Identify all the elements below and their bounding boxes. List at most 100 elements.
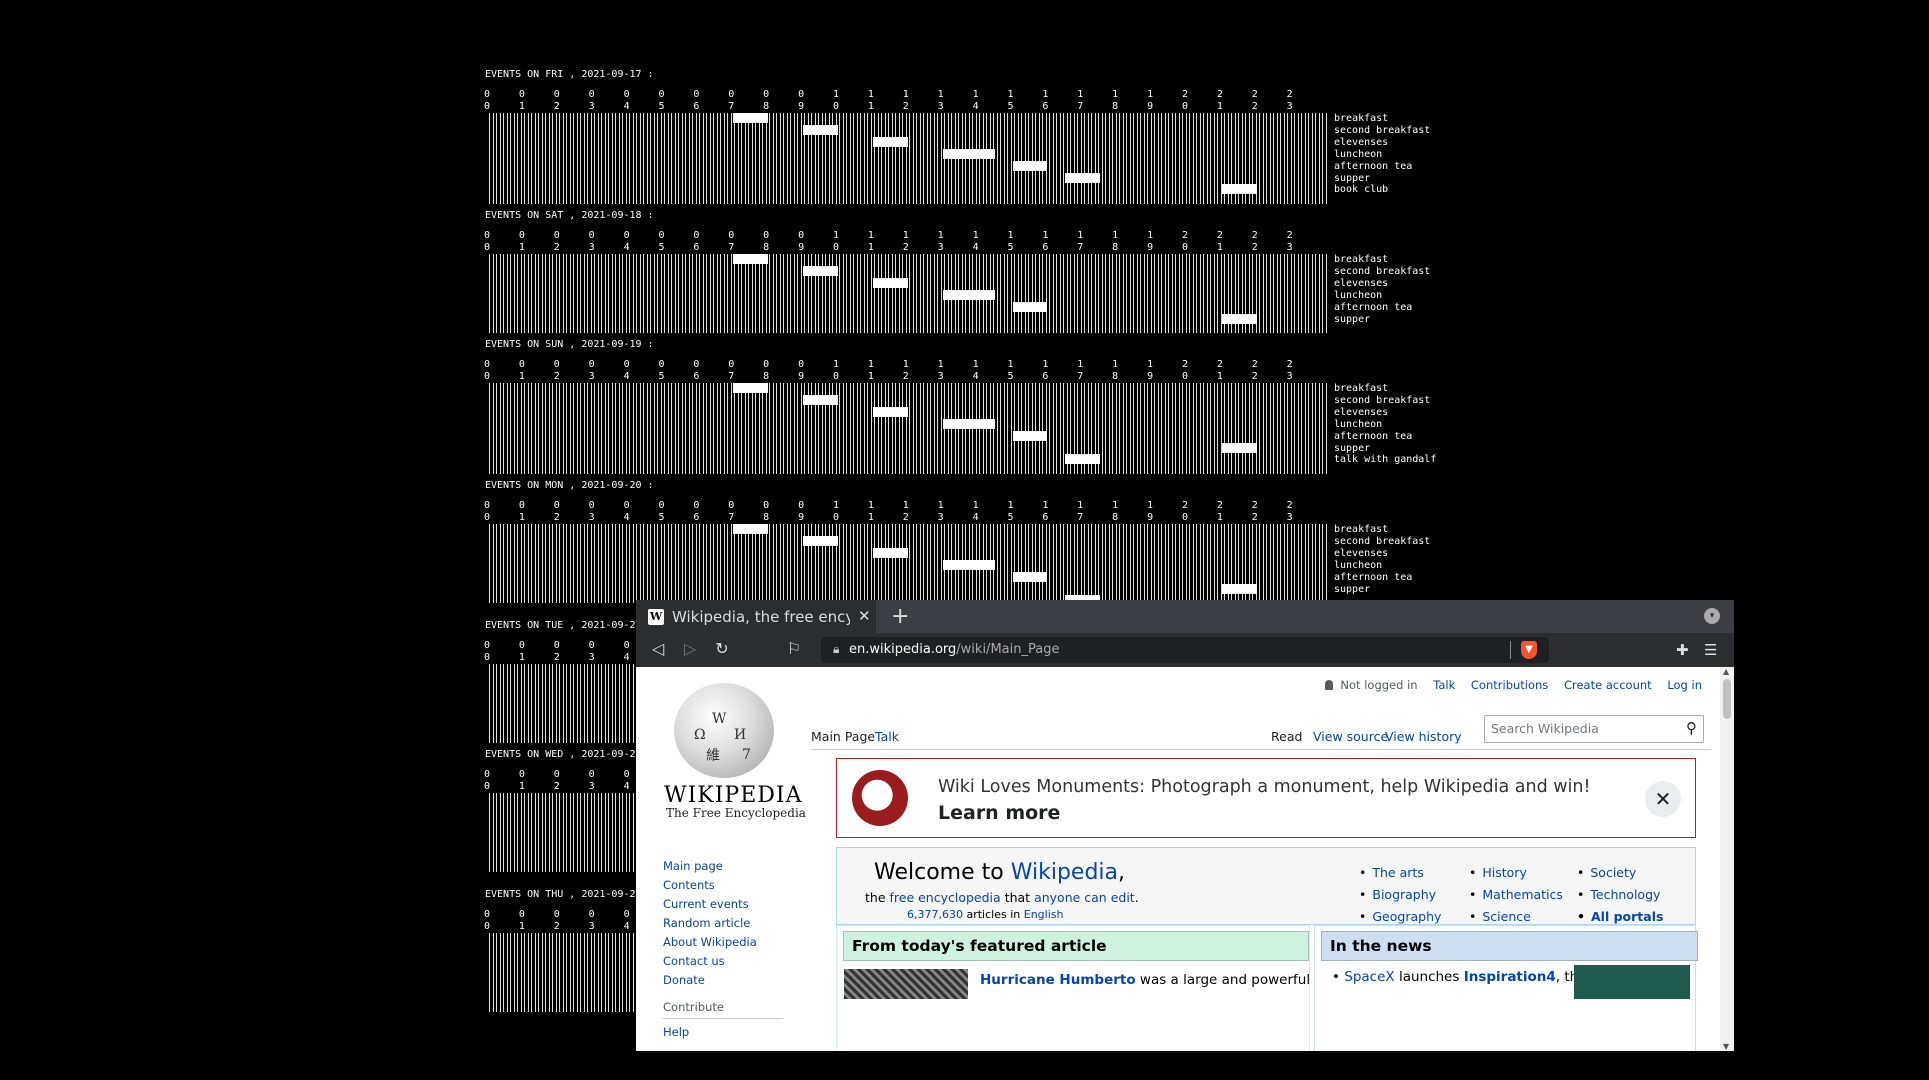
grid-tick [1283, 113, 1285, 205]
hour-digit: 1 [1147, 500, 1154, 511]
tab-talk[interactable]: Talk [875, 729, 899, 744]
hour-digit: 2 [1251, 512, 1258, 523]
grid-tick [786, 383, 788, 475]
grid-tick [597, 113, 599, 205]
grid-tick [891, 254, 893, 334]
scrollbar-thumb[interactable] [1723, 679, 1731, 719]
grid-tick [520, 254, 522, 334]
grid-tick [1101, 254, 1103, 334]
grid-tick [1028, 383, 1029, 475]
tab-read[interactable]: Read [1271, 729, 1302, 744]
grid-tick [695, 113, 697, 205]
grid-tick [1273, 383, 1274, 475]
grid-tick [562, 113, 564, 205]
free-encyclopedia-link[interactable]: free encyclopedia [890, 890, 1001, 905]
new-tab-button[interactable]: + [891, 604, 909, 629]
grid-tick [779, 524, 781, 604]
grid-tick [646, 113, 648, 205]
grid-tick [1136, 524, 1138, 604]
search-input[interactable]: Search Wikipedia ⚲ [1484, 715, 1704, 743]
forward-icon[interactable]: ▷ [678, 639, 702, 658]
banner-close-button[interactable]: ✕ [1645, 781, 1681, 817]
search-icon[interactable]: ⚲ [1686, 719, 1697, 737]
grid-tick [583, 933, 585, 1013]
grid-tick [538, 664, 539, 744]
language-link[interactable]: English [1024, 908, 1064, 921]
grid-tick [1308, 524, 1309, 604]
grid-tick [737, 254, 739, 334]
browser-tab[interactable]: W Wikipedia, the free encyclo ✕ [636, 600, 876, 633]
grid-tick [863, 524, 865, 604]
hour-digit: 1 [518, 371, 525, 382]
window-menu-icon[interactable]: ▾ [1704, 608, 1720, 624]
grid-tick [891, 383, 893, 475]
portal-history[interactable]: History [1469, 862, 1563, 884]
portal-the-arts[interactable]: The arts [1359, 862, 1441, 884]
sidebar-item-about[interactable]: About Wikipedia [663, 933, 803, 952]
menu-icon[interactable]: ☰ [1704, 641, 1717, 659]
grid-tick [608, 254, 609, 334]
sidebar-item-main-page[interactable]: Main page [663, 857, 803, 876]
hour-digit: 5 [1007, 512, 1014, 523]
grid-tick [1164, 254, 1166, 334]
portal-society[interactable]: Society [1577, 862, 1663, 884]
bookmark-icon[interactable]: ⚐ [782, 639, 806, 658]
grid-tick [590, 524, 592, 604]
hour-digit: 3 [937, 242, 944, 253]
learn-more-link[interactable]: Learn more [938, 802, 1060, 824]
article-count-link[interactable]: 6,377,630 [907, 908, 963, 921]
news-image[interactable] [1574, 965, 1690, 999]
portal-biography[interactable]: Biography [1359, 884, 1441, 906]
grid-tick [583, 524, 585, 604]
scroll-down-icon[interactable]: ▼ [1723, 1042, 1729, 1051]
wikipedia-wordmark[interactable]: WIKIPEDIA [664, 783, 803, 808]
brave-shield-icon[interactable]: ▼ [1521, 641, 1537, 659]
grid-tick [1024, 113, 1026, 205]
featured-article-link[interactable]: Hurricane Humberto [980, 972, 1136, 988]
anyone-can-edit-link[interactable]: anyone can edit [1034, 890, 1135, 905]
sidebar-item-contents[interactable]: Contents [663, 876, 803, 895]
tab-close-icon[interactable]: ✕ [858, 607, 871, 625]
back-icon[interactable]: ◁ [646, 639, 670, 658]
grid-tick [1098, 254, 1099, 334]
page-scrollbar[interactable]: ▲ ▼ [1720, 667, 1734, 1051]
news-link-inspiration4[interactable]: Inspiration4 [1464, 969, 1556, 985]
hour-digit: 1 [1112, 89, 1119, 100]
grid-tick [622, 933, 623, 1013]
wikipedia-link[interactable]: Wikipedia [1011, 860, 1118, 885]
create-account-link[interactable]: Create account [1564, 678, 1652, 692]
sidebar-item-contact[interactable]: Contact us [663, 952, 803, 971]
tab-view-source[interactable]: View source [1313, 729, 1388, 744]
reload-icon[interactable]: ↻ [710, 639, 734, 658]
sidebar-item-current-events[interactable]: Current events [663, 895, 803, 914]
campaign-banner: Wiki Loves Monuments: Photograph a monum… [836, 758, 1696, 838]
wikipedia-globe-logo[interactable]: WΩИ維7 [674, 683, 774, 778]
grid-tick [1115, 254, 1117, 334]
grid-tick [1126, 524, 1127, 604]
sidebar-item-help[interactable]: Help [663, 1023, 803, 1042]
portal-technology[interactable]: Technology [1577, 884, 1663, 906]
contributions-link[interactable]: Contributions [1471, 678, 1548, 692]
grid-tick [783, 113, 784, 205]
tab-main-page[interactable]: Main Page [811, 729, 875, 744]
grid-tick [870, 254, 872, 334]
grid-tick [545, 524, 546, 604]
not-logged-in-label: Not logged in [1340, 678, 1418, 692]
sidebar-item-random-article[interactable]: Random article [663, 914, 803, 933]
grid-tick [1196, 113, 1197, 205]
grid-tick [594, 793, 595, 873]
grid-tick [531, 933, 532, 1013]
hour-digit: 2 [902, 512, 909, 523]
news-link-spacex[interactable]: SpaceX [1344, 969, 1394, 985]
grid-tick [898, 383, 900, 475]
hour-digit: 1 [937, 500, 944, 511]
address-bar[interactable]: 🔒︎ en.wikipedia.org/wiki/Main_Page ▼ [821, 637, 1549, 663]
extensions-icon[interactable]: ✚ [1676, 641, 1689, 659]
log-in-link[interactable]: Log in [1667, 678, 1702, 692]
portal-mathematics[interactable]: Mathematics [1469, 884, 1563, 906]
tab-view-history[interactable]: View history [1385, 729, 1462, 744]
talk-link[interactable]: Talk [1433, 678, 1455, 692]
featured-article-image[interactable] [844, 969, 968, 999]
sidebar-item-donate[interactable]: Donate [663, 971, 803, 990]
scroll-up-icon[interactable]: ▲ [1723, 667, 1729, 676]
